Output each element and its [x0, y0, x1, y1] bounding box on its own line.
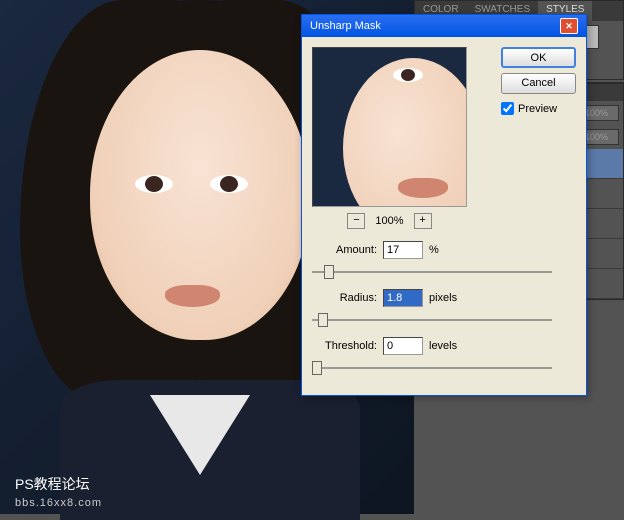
threshold-label: Threshold:	[312, 340, 377, 352]
radius-label: Radius:	[312, 292, 377, 304]
amount-unit: %	[429, 244, 439, 256]
threshold-input[interactable]	[383, 337, 423, 355]
unsharp-mask-dialog: Unsharp Mask ✕ OK Cancel Preview − 100% …	[301, 14, 587, 396]
radius-slider[interactable]	[312, 311, 552, 329]
dialog-title-text: Unsharp Mask	[310, 20, 381, 32]
amount-label: Amount:	[312, 244, 377, 256]
cancel-button[interactable]: Cancel	[501, 73, 576, 94]
threshold-slider[interactable]	[312, 359, 552, 377]
watermark-text-1: PS教程论坛	[15, 474, 90, 494]
preview-area[interactable]	[312, 47, 467, 207]
amount-input[interactable]	[383, 241, 423, 259]
radius-input[interactable]	[383, 289, 423, 307]
zoom-out-button[interactable]: −	[347, 213, 365, 229]
radius-unit: pixels	[429, 292, 457, 304]
preview-checkbox-row[interactable]: Preview	[501, 102, 576, 115]
preview-checkbox[interactable]	[501, 102, 514, 115]
preview-checkbox-label: Preview	[518, 103, 557, 115]
zoom-in-button[interactable]: +	[414, 213, 432, 229]
watermark-text-2: bbs.16xx8.com	[15, 497, 102, 509]
dialog-titlebar[interactable]: Unsharp Mask ✕	[302, 15, 586, 37]
zoom-level: 100%	[375, 215, 403, 227]
ok-button[interactable]: OK	[501, 47, 576, 68]
threshold-unit: levels	[429, 340, 457, 352]
close-icon[interactable]: ✕	[560, 18, 578, 34]
amount-slider[interactable]	[312, 263, 552, 281]
